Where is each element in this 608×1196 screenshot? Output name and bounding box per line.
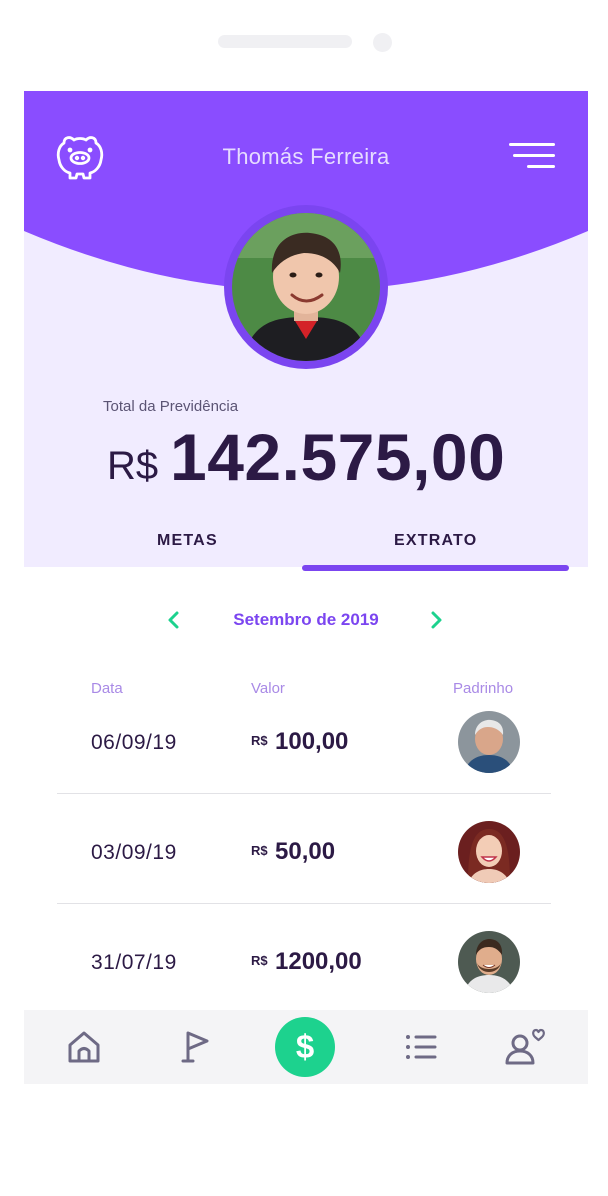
tab-extrato[interactable]: EXTRATO: [394, 532, 477, 550]
app-screen: Thomás Ferreira Total da Previdência R$ …: [24, 91, 588, 1084]
hamburger-menu-icon[interactable]: [505, 141, 555, 171]
flag-icon[interactable]: [165, 1010, 225, 1084]
table-row[interactable]: 06/09/19 R$ 100,00: [57, 711, 551, 821]
dollar-symbol: $: [295, 1028, 315, 1065]
row-currency: R$: [251, 733, 268, 748]
phone-speaker: [218, 35, 352, 48]
row-date: 03/09/19: [91, 841, 177, 864]
column-header-date: Data: [91, 680, 123, 697]
row-divider: [57, 903, 551, 904]
piggy-bank-icon[interactable]: [55, 131, 105, 181]
table-row[interactable]: 03/09/19 R$ 50,00: [57, 821, 551, 931]
total-amount: 142.575,00: [170, 420, 506, 494]
total-currency: R$: [107, 444, 159, 488]
column-header-value: Valor: [251, 680, 285, 697]
row-divider: [57, 793, 551, 794]
list-icon[interactable]: [391, 1010, 451, 1084]
chevron-right-icon[interactable]: [424, 608, 448, 632]
row-currency: R$: [251, 953, 268, 968]
bottom-navigation: $: [24, 1010, 588, 1084]
home-icon[interactable]: [54, 1010, 114, 1084]
row-value: 1200,00: [275, 948, 362, 975]
tab-metas[interactable]: METAS: [157, 532, 218, 550]
column-header-sponsor: Padrinho: [453, 680, 514, 697]
month-selector: Setembro de 2019: [24, 606, 588, 636]
chevron-left-icon[interactable]: [162, 608, 186, 632]
elderly-man-avatar[interactable]: [458, 711, 520, 773]
woman-avatar[interactable]: [458, 821, 520, 883]
total-label: Total da Previdência: [103, 398, 239, 415]
active-tab-indicator: [302, 565, 569, 571]
bearded-man-avatar[interactable]: [458, 931, 520, 993]
row-date: 06/09/19: [91, 731, 177, 754]
child-avatar[interactable]: [232, 213, 380, 361]
row-date: 31/07/19: [91, 951, 177, 974]
user-name: Thomás Ferreira: [222, 144, 390, 169]
row-currency: R$: [251, 843, 268, 858]
dollar-icon[interactable]: $: [275, 1017, 335, 1077]
child-avatar-ring: [224, 205, 388, 369]
row-value: 100,00: [275, 728, 349, 755]
row-value: 50,00: [275, 838, 336, 865]
user-heart-icon[interactable]: [494, 1010, 554, 1084]
month-label: Setembro de 2019: [233, 610, 379, 629]
phone-camera: [373, 33, 392, 52]
